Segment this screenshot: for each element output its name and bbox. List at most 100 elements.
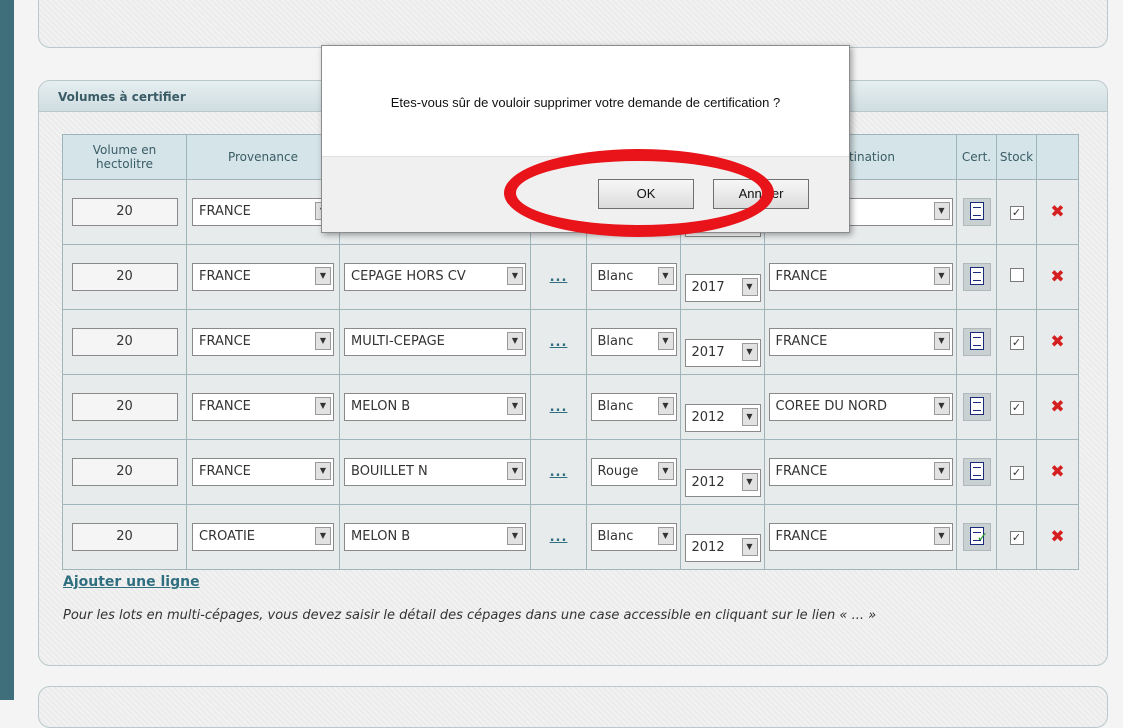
chevron-down-icon[interactable]: ▼	[315, 397, 331, 415]
cepage-select[interactable]: BOUILLET N ▼	[344, 458, 526, 486]
millesime-select[interactable]: 2012 ▼	[684, 404, 761, 432]
chevron-down-icon[interactable]: ▼	[933, 397, 950, 415]
certificate-button[interactable]	[962, 393, 991, 421]
provenance-select[interactable]: FRANCE▼	[192, 198, 334, 226]
provenance-select-value: FRANCE	[199, 464, 251, 479]
chevron-down-icon[interactable]: ▼	[933, 462, 950, 480]
millesime-select[interactable]: 2012 ▼	[684, 469, 761, 497]
millesime-select-value: 2012	[691, 540, 725, 555]
provenance-select[interactable]: CROATIE ▼	[192, 523, 334, 551]
delete-icon[interactable]: ✖	[1050, 267, 1064, 287]
destination-select[interactable]: FRANCE ▼	[768, 458, 953, 486]
cepage-select[interactable]: CEPAGE HORS CV ▼	[344, 263, 526, 291]
chevron-down-icon[interactable]: ▼	[507, 527, 523, 545]
delete-icon[interactable]: ✖	[1050, 462, 1064, 482]
couleur-select[interactable]: Blanc ▼	[590, 393, 677, 421]
destination-select[interactable]: COREE DU NORD ▼	[768, 393, 953, 421]
volume-input[interactable]: 20	[71, 198, 178, 226]
destination-select[interactable]: FRANCE ▼	[768, 523, 953, 551]
cell-millesime: 2017 ▼	[680, 244, 765, 310]
chevron-down-icon[interactable]: ▼	[507, 267, 523, 285]
certificate-button[interactable]	[962, 458, 991, 486]
volume-input[interactable]: 20	[71, 393, 178, 421]
cell-stock: ✓	[996, 504, 1037, 570]
millesime-select[interactable]: 2017 ▼	[684, 274, 761, 302]
chevron-down-icon[interactable]: ▼	[933, 202, 950, 220]
stock-checkbox[interactable]: ✓	[1009, 335, 1024, 350]
cell-millesime: 2017 ▼	[680, 309, 765, 375]
chevron-down-icon[interactable]: ▼	[315, 332, 331, 350]
certificate-button[interactable]	[962, 198, 991, 226]
millesime-select-value: 2017	[691, 280, 725, 295]
chevron-down-icon[interactable]: ▼	[657, 527, 674, 545]
chevron-down-icon[interactable]: ▼	[507, 397, 523, 415]
cell-provenance: FRANCE ▼	[186, 244, 340, 310]
certificate-button[interactable]	[962, 263, 991, 291]
cell-cert	[956, 244, 997, 310]
chevron-down-icon[interactable]: ▼	[933, 332, 950, 350]
provenance-select[interactable]: FRANCE ▼	[192, 263, 334, 291]
chevron-down-icon[interactable]: ▼	[741, 473, 758, 491]
cepage-details-link[interactable]: ...	[550, 335, 568, 350]
cell-millesime: 2012 ▼	[680, 439, 765, 505]
certificate-button[interactable]	[962, 328, 991, 356]
chevron-down-icon[interactable]: ▼	[315, 267, 331, 285]
cepage-details-link[interactable]: ...	[550, 270, 568, 285]
cepage-select[interactable]: MELON B ▼	[344, 523, 526, 551]
cepage-details-link[interactable]: ...	[550, 530, 568, 545]
destination-select[interactable]: FRANCE ▼	[768, 328, 953, 356]
cepage-select-value: MELON B	[351, 399, 411, 414]
couleur-select[interactable]: Blanc ▼	[590, 263, 677, 291]
cepage-select-value: MULTI-CEPAGE	[351, 334, 445, 349]
chevron-down-icon[interactable]: ▼	[657, 462, 674, 480]
chevron-down-icon[interactable]: ▼	[933, 267, 950, 285]
destination-select[interactable]: FRANCE ▼	[768, 263, 953, 291]
chevron-down-icon[interactable]: ▼	[507, 332, 523, 350]
delete-icon[interactable]: ✖	[1050, 202, 1064, 222]
provenance-select[interactable]: FRANCE▼	[192, 393, 334, 421]
volume-input[interactable]: 20	[71, 328, 178, 356]
stock-checkbox[interactable]: ✓	[1009, 465, 1024, 480]
couleur-select[interactable]: Rouge ▼	[590, 458, 677, 486]
provenance-select[interactable]: FRANCE▼	[192, 328, 334, 356]
chevron-down-icon[interactable]: ▼	[741, 278, 758, 296]
stock-checkbox[interactable]	[1009, 268, 1024, 282]
chevron-down-icon[interactable]: ▼	[315, 462, 331, 480]
volume-input[interactable]: 20	[71, 263, 178, 291]
millesime-select[interactable]: 2017 ▼	[684, 339, 761, 367]
document-icon	[969, 266, 984, 285]
certificate-button[interactable]: ✓	[962, 523, 991, 551]
cell-couleur: Blanc ▼	[586, 504, 681, 570]
volume-input[interactable]: 20	[71, 523, 178, 551]
chevron-down-icon[interactable]: ▼	[741, 408, 758, 426]
stock-checkbox[interactable]: ✓	[1009, 205, 1024, 220]
chevron-down-icon[interactable]: ▼	[741, 538, 758, 556]
cepage-details-link[interactable]: ...	[550, 465, 568, 480]
delete-icon[interactable]: ✖	[1050, 397, 1064, 417]
volume-input[interactable]: 20	[71, 458, 178, 486]
delete-icon[interactable]: ✖	[1050, 332, 1064, 352]
add-line-link[interactable]: Ajouter une ligne	[63, 574, 200, 590]
cell-details: ...	[530, 309, 587, 375]
cell-stock	[996, 244, 1037, 310]
chevron-down-icon[interactable]: ▼	[657, 397, 674, 415]
provenance-select-value: FRANCE	[199, 269, 251, 284]
provenance-select[interactable]: FRANCE ▼	[192, 458, 334, 486]
chevron-down-icon[interactable]: ▼	[315, 527, 331, 545]
chevron-down-icon[interactable]: ▼	[657, 332, 674, 350]
cell-destination: FRANCE ▼	[764, 504, 957, 570]
cepage-select[interactable]: MULTI-CEPAGE ▼	[344, 328, 526, 356]
delete-icon[interactable]: ✖	[1050, 527, 1064, 547]
cepage-select[interactable]: MELON B ▼	[344, 393, 526, 421]
stock-checkbox[interactable]: ✓	[1009, 530, 1024, 545]
chevron-down-icon[interactable]: ▼	[507, 462, 523, 480]
couleur-select[interactable]: Blanc ▼	[590, 328, 677, 356]
cepage-details-link[interactable]: ...	[550, 400, 568, 415]
chevron-down-icon[interactable]: ▼	[657, 267, 674, 285]
chevron-down-icon[interactable]: ▼	[741, 343, 758, 361]
multi-cepage-help-text: Pour les lots en multi-cépages, vous dev…	[63, 608, 877, 623]
chevron-down-icon[interactable]: ▼	[933, 527, 950, 545]
stock-checkbox[interactable]: ✓	[1009, 400, 1024, 415]
millesime-select[interactable]: 2012 ▼	[684, 534, 761, 562]
couleur-select[interactable]: Blanc ▼	[590, 523, 677, 551]
